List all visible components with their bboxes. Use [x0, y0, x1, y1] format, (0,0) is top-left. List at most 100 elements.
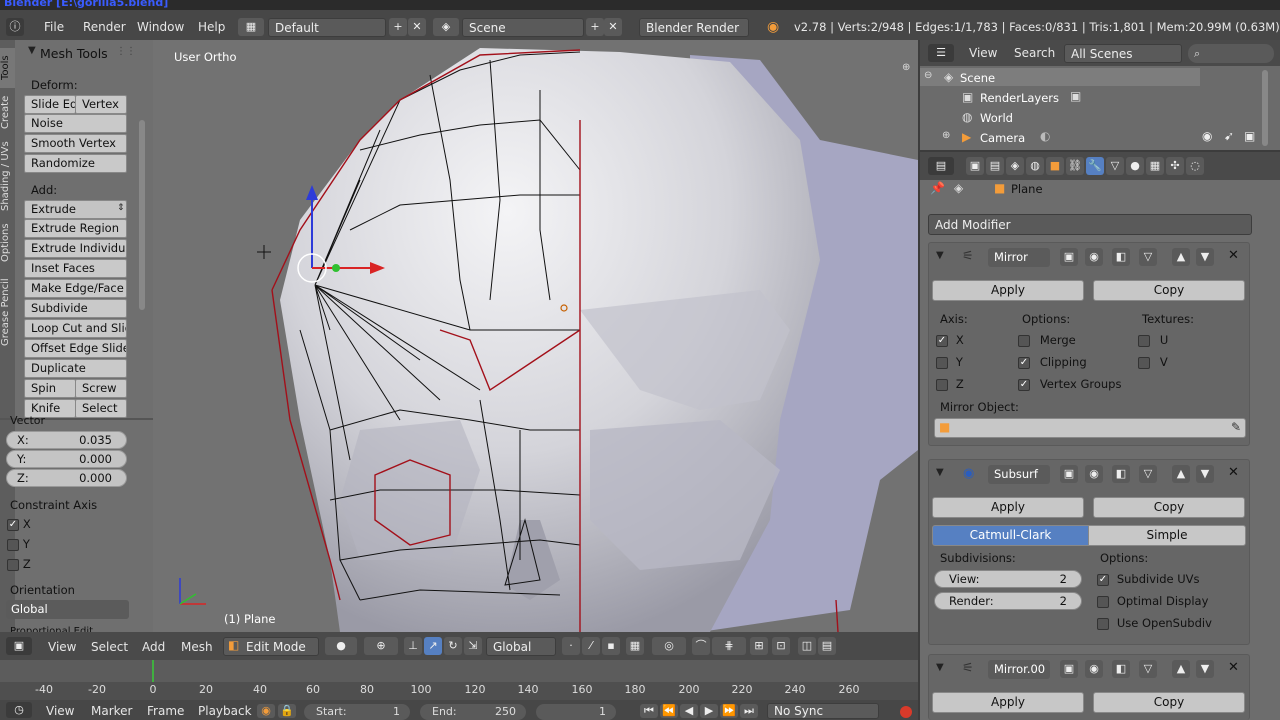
mirror-00-copy-button[interactable]: Copy [1093, 692, 1245, 713]
renderability-camera-icon[interactable]: ▣ [1244, 129, 1255, 143]
screen-layout-field[interactable]: Default [268, 18, 386, 37]
menu-view[interactable]: View [48, 636, 76, 658]
tool-shelf-scrollbar[interactable] [139, 120, 145, 310]
smooth-vertex-button[interactable]: Smooth Vertex [24, 134, 127, 153]
keying-set-icon[interactable]: ◉ [257, 704, 275, 718]
transform-orientation-dropdown[interactable]: Global [486, 637, 556, 656]
jump-keyframe-back-icon[interactable]: ⏪ [660, 704, 678, 718]
show-viewport-eye-icon[interactable]: ◉ [1085, 465, 1103, 483]
material-tab-icon[interactable]: ● [1126, 157, 1144, 175]
move-down-icon[interactable]: ▼ [1196, 465, 1214, 483]
add-modifier-dropdown[interactable]: Add Modifier [928, 214, 1252, 235]
subsurf-apply-button[interactable]: Apply [932, 497, 1084, 518]
pin-icon[interactable]: 📌 [930, 181, 945, 195]
use-opensubdiv-checkbox[interactable]: Use OpenSubdiv [1097, 616, 1212, 630]
collapse-minus-icon[interactable]: ⊖ [924, 70, 932, 81]
area-divider-horizontal[interactable] [920, 150, 1280, 152]
show-viewport-eye-icon[interactable]: ◉ [1085, 660, 1103, 678]
timeline-area[interactable]: -40 -20 0 20 40 60 80 100 120 140 160 18… [0, 660, 918, 700]
sync-mode-dropdown[interactable]: No Sync [767, 703, 879, 719]
offset-edge-slide-button[interactable]: Offset Edge Slide [24, 339, 127, 358]
editor-type-timeline-icon[interactable]: ◷ [6, 702, 32, 718]
expand-plus-icon[interactable]: ⊕ [942, 130, 950, 141]
properties-region-toggle-icon[interactable]: ⊕ [902, 62, 910, 73]
pivot-point-dropdown[interactable]: ⊕ [364, 637, 398, 655]
inset-faces-button[interactable]: Inset Faces [24, 259, 127, 278]
snap-element-dropdown[interactable]: ⋕ [712, 637, 746, 655]
scene-tab-icon[interactable]: ◈ [1006, 157, 1024, 175]
scene-icon[interactable]: ◈ [433, 18, 459, 36]
proportional-editing-dropdown[interactable]: ◎ [652, 637, 686, 655]
editor-type-info-icon[interactable]: ⓘ [6, 18, 24, 36]
vector-x-field[interactable]: X: 0.035 [6, 431, 127, 449]
mirror-apply-button[interactable]: Apply [932, 280, 1084, 301]
constraint-x-checkbox[interactable]: ✓ X [7, 517, 31, 531]
show-editmode-icon[interactable]: ◧ [1112, 465, 1130, 483]
view-subdivisions-field[interactable]: View: 2 [934, 570, 1082, 588]
modifiers-tab-icon[interactable]: 🔧 [1086, 157, 1104, 175]
mirror-copy-button[interactable]: Copy [1093, 280, 1245, 301]
tab-create[interactable]: Create [0, 90, 15, 134]
loop-cut-slide-button[interactable]: Loop Cut and Slide [24, 319, 127, 338]
menu-file[interactable]: File [44, 16, 64, 38]
render-still-icon[interactable]: ◫ [798, 637, 816, 655]
texture-u-checkbox[interactable]: U [1138, 333, 1168, 347]
remove-modifier-close-icon[interactable]: ✕ [1228, 660, 1239, 675]
viewport-shading-dropdown[interactable]: ● [325, 637, 357, 655]
clipping-checkbox[interactable]: ✓ Clipping [1018, 355, 1087, 369]
subdivide-uvs-checkbox[interactable]: ✓ Subdivide UVs [1097, 572, 1200, 586]
render-tab-icon[interactable]: ▣ [966, 157, 984, 175]
mirror-axis-x-checkbox[interactable]: ✓ X [936, 333, 964, 347]
vertex-select-mode-icon[interactable]: · [562, 637, 580, 655]
move-down-icon[interactable]: ▼ [1196, 248, 1214, 266]
render-layers-tab-icon[interactable]: ▤ [986, 157, 1004, 175]
outliner-menu-search[interactable]: Search [1014, 42, 1055, 64]
outliner-search-input[interactable]: ⌕ [1188, 44, 1274, 63]
eyedropper-icon[interactable]: ✎ [1231, 420, 1241, 434]
manipulator-toggle-icon[interactable]: ⊥ [404, 637, 422, 655]
outliner-scrollbar[interactable] [1262, 70, 1268, 146]
particles-tab-icon[interactable]: ✣ [1166, 157, 1184, 175]
subsurf-copy-button[interactable]: Copy [1093, 497, 1245, 518]
snap-toggle-icon[interactable]: ⌒ [692, 637, 710, 655]
texture-v-checkbox[interactable]: V [1138, 355, 1168, 369]
collapse-triangle-icon[interactable]: ▼ [936, 467, 944, 478]
add-scene-icon[interactable]: + [586, 18, 604, 36]
extrude-dropdown[interactable]: Extrude [24, 200, 127, 219]
vector-z-field[interactable]: Z: 0.000 [6, 469, 127, 487]
end-frame-field[interactable]: End: 250 [420, 704, 526, 720]
editor-type-outliner-icon[interactable]: ☰ [928, 44, 954, 62]
optimal-display-checkbox[interactable]: Optimal Display [1097, 594, 1208, 608]
outliner-item-scene[interactable]: Scene [960, 71, 995, 85]
timeline-menu-marker[interactable]: Marker [91, 702, 132, 720]
menu-select[interactable]: Select [91, 636, 128, 658]
menu-add[interactable]: Add [142, 636, 165, 658]
show-render-camera-icon[interactable]: ▣ [1060, 248, 1078, 266]
scale-manipulator-icon[interactable]: ⇲ [464, 637, 482, 655]
menu-window[interactable]: Window [137, 16, 184, 38]
render-engine-dropdown[interactable]: Blender Render [639, 18, 749, 37]
add-screen-icon[interactable]: + [389, 18, 407, 36]
data-tab-icon[interactable]: ▽ [1106, 157, 1124, 175]
scene-field[interactable]: Scene [462, 18, 584, 37]
limit-selection-icon[interactable]: ▦ [626, 637, 644, 655]
move-up-icon[interactable]: ▲ [1172, 465, 1190, 483]
tab-tools[interactable]: Tools [0, 48, 15, 88]
lock-icon[interactable]: 🔒 [278, 704, 296, 718]
menu-render[interactable]: Render [83, 16, 126, 38]
subdivide-button[interactable]: Subdivide [24, 299, 127, 318]
rotate-manipulator-icon[interactable]: ↻ [444, 637, 462, 655]
outliner-item-world[interactable]: World [980, 111, 1013, 125]
jump-keyframe-forward-icon[interactable]: ⏩ [720, 704, 738, 718]
screw-button[interactable]: Screw [75, 379, 127, 398]
outliner-display-mode-dropdown[interactable]: All Scenes [1064, 44, 1182, 63]
panel-drag-handle-icon[interactable]: ⋮⋮ [116, 46, 136, 57]
visibility-eye-icon[interactable]: ◉ [1202, 129, 1212, 143]
show-on-cage-icon[interactable]: ▽ [1139, 248, 1157, 266]
record-icon[interactable] [900, 706, 912, 718]
jump-start-icon[interactable]: ⏮ [640, 704, 658, 718]
timeline-menu-frame[interactable]: Frame [147, 702, 184, 720]
constraints-tab-icon[interactable]: ⛓ [1066, 157, 1084, 175]
selectability-cursor-icon[interactable]: ➹ [1224, 129, 1234, 143]
select-button[interactable]: Select [75, 399, 127, 418]
